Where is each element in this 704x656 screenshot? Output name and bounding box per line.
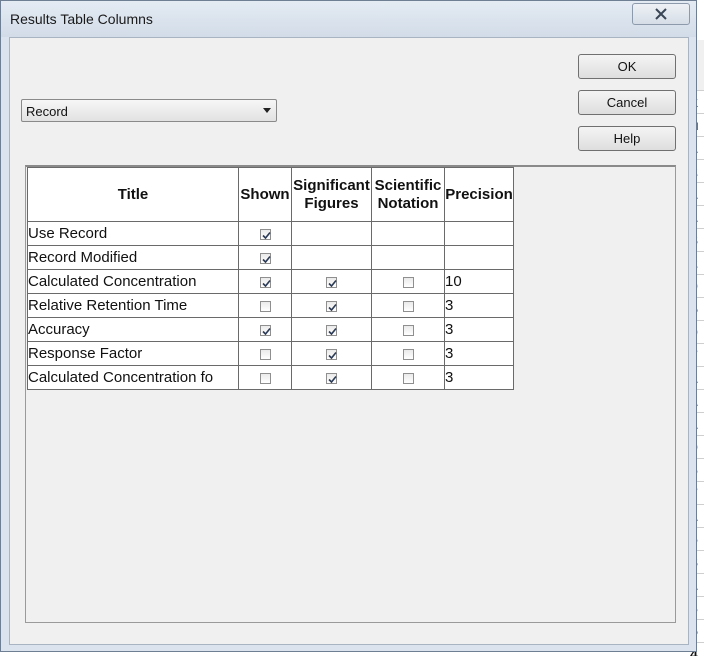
chevron-down-icon — [263, 108, 271, 113]
row-title: Calculated Concentration — [27, 269, 239, 294]
significant-figures-checkbox[interactable] — [326, 372, 337, 384]
cancel-button[interactable]: Cancel — [578, 90, 676, 115]
shown-checkbox[interactable] — [259, 372, 271, 384]
row-title: Record Modified — [27, 245, 239, 270]
checkmark-icon — [328, 279, 337, 287]
significant-figures-cell[interactable] — [291, 317, 372, 342]
precision-cell[interactable]: 3 — [444, 317, 514, 342]
close-icon — [655, 8, 667, 20]
shown-checkbox[interactable] — [259, 348, 271, 360]
scientific-notation-checkbox[interactable] — [402, 300, 414, 312]
scientific-notation-cell[interactable] — [371, 293, 445, 318]
checkmark-icon — [328, 303, 337, 311]
significant-figures-cell[interactable] — [291, 341, 372, 366]
scientific-notation-cell[interactable] — [371, 341, 445, 366]
significant-figures-cell[interactable] — [291, 365, 372, 390]
precision-cell[interactable]: 3 — [444, 293, 514, 318]
scientific-notation-cell — [371, 221, 445, 246]
checkmark-icon — [328, 351, 337, 359]
ok-button[interactable]: OK — [578, 54, 676, 79]
shown-cell[interactable] — [238, 365, 292, 390]
significant-figures-cell[interactable] — [291, 293, 372, 318]
scientific-notation-checkbox[interactable] — [402, 372, 414, 384]
shown-cell[interactable] — [238, 341, 292, 366]
precision-cell[interactable]: 3 — [444, 365, 514, 390]
header-shown[interactable]: Shown — [238, 167, 292, 222]
row-title: Response Factor — [27, 341, 239, 366]
row-title: Use Record — [27, 221, 239, 246]
header-scientific-notation[interactable]: Scientific Notation — [371, 167, 445, 222]
row-title: Calculated Concentration fo — [27, 365, 239, 390]
significant-figures-checkbox[interactable] — [326, 348, 337, 360]
precision-cell[interactable]: 3 — [444, 341, 514, 366]
significant-figures-cell[interactable] — [291, 269, 372, 294]
checkmark-icon — [261, 231, 271, 239]
window-title: Results Table Columns — [10, 11, 153, 27]
checkmark-icon — [261, 255, 271, 263]
significant-figures-cell — [291, 245, 372, 270]
dropdown-selected-value: Record — [26, 104, 68, 119]
shown-cell[interactable] — [238, 221, 292, 246]
table-row[interactable]: Calculated Concentration 10 — [27, 269, 514, 294]
precision-cell[interactable]: 10 — [444, 269, 514, 294]
help-button[interactable]: Help — [578, 126, 676, 151]
dialog-client-area: OK Cancel Help Record Title Shown Signif… — [9, 37, 689, 645]
scientific-notation-checkbox[interactable] — [402, 348, 414, 360]
results-table-columns-dialog: Results Table Columns OK Cancel Help Rec… — [0, 0, 697, 652]
shown-checkbox[interactable] — [259, 300, 271, 312]
checkmark-icon — [261, 279, 271, 287]
table-row[interactable]: Use Record — [27, 221, 514, 246]
title-bar[interactable]: Results Table Columns — [1, 1, 696, 37]
close-button[interactable] — [632, 3, 690, 25]
shown-checkbox[interactable] — [259, 276, 271, 288]
shown-cell[interactable] — [238, 269, 292, 294]
significant-figures-checkbox[interactable] — [326, 300, 337, 312]
table-row[interactable]: Calculated Concentration fo 3 — [27, 365, 514, 390]
checkmark-icon — [261, 327, 271, 335]
columns-grid-area: Title Shown Significant Figures Scientif… — [25, 165, 676, 623]
table-row[interactable]: Record Modified — [27, 245, 514, 270]
precision-cell[interactable] — [444, 245, 514, 270]
scientific-notation-checkbox[interactable] — [402, 276, 414, 288]
header-precision[interactable]: Precision — [444, 167, 514, 222]
scientific-notation-cell[interactable] — [371, 269, 445, 294]
record-type-dropdown[interactable]: Record — [21, 99, 277, 122]
shown-checkbox[interactable] — [259, 324, 271, 336]
table-row[interactable]: Response Factor 3 — [27, 341, 514, 366]
shown-cell[interactable] — [238, 245, 292, 270]
scientific-notation-cell — [371, 245, 445, 270]
precision-cell[interactable] — [444, 221, 514, 246]
shown-cell[interactable] — [238, 317, 292, 342]
scientific-notation-checkbox[interactable] — [402, 324, 414, 336]
header-significant-figures[interactable]: Significant Figures — [291, 167, 372, 222]
table-row[interactable]: Accuracy 3 — [27, 317, 514, 342]
columns-table-body: Use Record Record Modified Calculated Conc… — [27, 221, 514, 390]
table-row[interactable]: Relative Retention Time 3 — [27, 293, 514, 318]
scientific-notation-cell[interactable] — [371, 317, 445, 342]
columns-table: Title Shown Significant Figures Scientif… — [27, 167, 514, 390]
checkmark-icon — [328, 375, 337, 383]
header-title[interactable]: Title — [27, 167, 239, 222]
shown-checkbox[interactable] — [259, 228, 271, 240]
significant-figures-cell — [291, 221, 372, 246]
significant-figures-checkbox[interactable] — [326, 276, 337, 288]
scientific-notation-cell[interactable] — [371, 365, 445, 390]
shown-checkbox[interactable] — [259, 252, 271, 264]
row-title: Accuracy — [27, 317, 239, 342]
checkmark-icon — [328, 327, 337, 335]
row-title: Relative Retention Time — [27, 293, 239, 318]
shown-cell[interactable] — [238, 293, 292, 318]
significant-figures-checkbox[interactable] — [326, 324, 337, 336]
